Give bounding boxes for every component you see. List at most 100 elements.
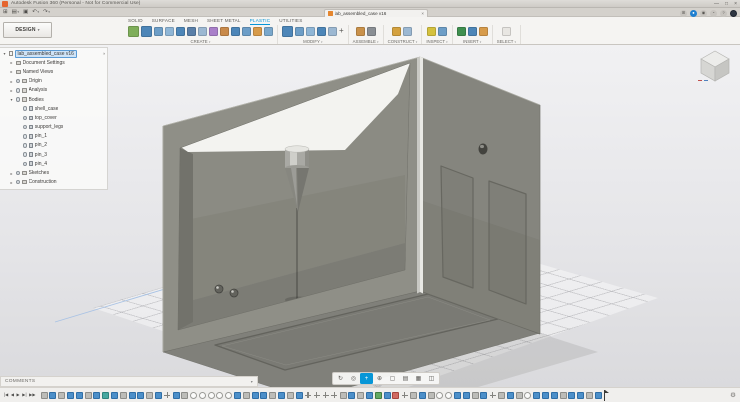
timeline-feature-49[interactable] (472, 392, 479, 399)
timeline-feature-32[interactable] (322, 392, 329, 399)
data-panel-icon[interactable]: ⊞ (3, 10, 8, 16)
combine-icon[interactable] (317, 27, 326, 36)
timeline-feature-7[interactable] (102, 392, 109, 399)
browser-row-pin_1[interactable]: pin_1 (0, 132, 107, 141)
close-button[interactable]: × (734, 1, 737, 7)
offset-face-icon[interactable] (328, 27, 337, 36)
fit-icon[interactable]: ▢ (386, 373, 399, 384)
timeline-feature-58[interactable] (551, 392, 558, 399)
shell-icon[interactable] (306, 27, 315, 36)
tab-mesh[interactable]: MESH (184, 18, 198, 25)
pattern-icon[interactable] (264, 27, 273, 36)
decal-icon[interactable] (468, 27, 477, 36)
undo-icon[interactable]: ↶▾ (32, 10, 39, 16)
select-icon[interactable] (502, 27, 511, 36)
timeline-feature-1[interactable] (49, 392, 56, 399)
ribbon-group-label[interactable]: CREATE ▾ (191, 39, 211, 44)
visibility-eye-icon[interactable] (16, 79, 21, 84)
tab-sheet-metal[interactable]: SHEET METAL (207, 18, 241, 25)
viewport-3d[interactable]: ↻◎+⊕▢▤▦◫ (0, 45, 740, 402)
insert-derive-icon[interactable] (457, 27, 466, 36)
new-component-icon[interactable] (356, 27, 365, 36)
timeline-feature-46[interactable] (445, 392, 452, 399)
timeline-feature-28[interactable] (287, 392, 294, 399)
timeline-feature-45[interactable] (436, 392, 443, 399)
timeline-feature-2[interactable] (58, 392, 65, 399)
timeline-feature-47[interactable] (454, 392, 461, 399)
browser-display-settings-icon[interactable]: ◑ (102, 51, 105, 56)
browser-row-named-views[interactable]: ▸Named Views (0, 67, 107, 76)
axis-icon[interactable] (403, 27, 412, 36)
view-cube[interactable] (696, 47, 734, 91)
insert-mesh-icon[interactable] (479, 27, 488, 36)
timeline-feature-26[interactable] (269, 392, 276, 399)
timeline-feature-8[interactable] (111, 392, 118, 399)
timeline-feature-30[interactable] (304, 392, 311, 399)
extrude-icon[interactable] (141, 26, 152, 37)
timeline-feature-5[interactable] (85, 392, 92, 399)
timeline-feature-43[interactable] (419, 392, 426, 399)
document-tab[interactable]: lab_assembled_case v16 × (324, 9, 428, 18)
timeline-feature-10[interactable] (129, 392, 136, 399)
expander-icon[interactable]: ▸ (9, 69, 14, 74)
rib-icon[interactable] (187, 27, 196, 36)
timeline-feature-16[interactable] (181, 392, 188, 399)
timeline-feature-31[interactable] (313, 392, 320, 399)
timeline-feature-61[interactable] (577, 392, 584, 399)
timeline-feature-51[interactable] (489, 392, 496, 399)
timeline-feature-9[interactable] (120, 392, 127, 399)
timeline-feature-33[interactable] (331, 392, 338, 399)
expander-icon[interactable]: ▸ (9, 180, 14, 185)
visibility-eye-icon[interactable] (23, 143, 28, 148)
timeline-position-marker[interactable] (604, 390, 606, 401)
maximize-button[interactable]: □ (725, 1, 728, 7)
pan-icon[interactable]: + (360, 373, 373, 384)
tab-surface[interactable]: SURFACE (152, 18, 175, 25)
expander-icon[interactable]: ▸ (9, 171, 14, 176)
look-at-icon[interactable]: ◎ (347, 373, 360, 384)
ribbon-group-label[interactable]: INSPECT ▾ (426, 39, 447, 44)
display-settings-icon[interactable]: ▤ (399, 373, 412, 384)
browser-row-pin_3[interactable]: pin_3 (0, 150, 107, 159)
visibility-eye-icon[interactable] (23, 134, 28, 139)
timeline-feature-40[interactable] (392, 392, 399, 399)
ribbon-group-label[interactable]: MODIFY ▾ (303, 39, 322, 44)
timeline-feature-20[interactable] (216, 392, 223, 399)
expander-icon[interactable]: ▾ (2, 51, 7, 56)
browser-row-construction[interactable]: ▸Construction (0, 178, 107, 187)
expander-icon[interactable]: ▸ (9, 88, 14, 93)
timeline-play-icon[interactable]: ▶ (17, 393, 20, 397)
timeline-feature-42[interactable] (410, 392, 417, 399)
timeline-feature-24[interactable] (252, 392, 259, 399)
grid-settings-icon[interactable]: ▦ (412, 373, 425, 384)
browser-row-sketches[interactable]: ▸Sketches (0, 168, 107, 177)
comments-collapse-icon[interactable]: ▾ (251, 379, 253, 384)
profile-icon[interactable]: ◉ (700, 10, 707, 17)
expander-icon[interactable]: ▾ (9, 97, 14, 102)
timeline-feature-41[interactable] (401, 392, 408, 399)
visibility-eye-icon[interactable] (23, 162, 28, 167)
redo-icon[interactable]: ↷▾ (43, 10, 50, 16)
timeline-feature-25[interactable] (260, 392, 267, 399)
tab-utilities[interactable]: UTILITIES (279, 18, 302, 25)
timeline-feature-55[interactable] (524, 392, 531, 399)
help-icon[interactable]: ? (720, 10, 727, 17)
visibility-eye-icon[interactable] (16, 97, 21, 102)
timeline-feature-13[interactable] (155, 392, 162, 399)
timeline-feature-39[interactable] (384, 392, 391, 399)
timeline-feature-11[interactable] (137, 392, 144, 399)
timeline-feature-6[interactable] (93, 392, 100, 399)
visibility-eye-icon[interactable] (16, 88, 21, 93)
zoom-icon[interactable]: ⊕ (373, 373, 386, 384)
browser-row-support_legs[interactable]: support_legs (0, 123, 107, 132)
section-analysis-icon[interactable] (438, 27, 447, 36)
timeline-feature-37[interactable] (366, 392, 373, 399)
avatar[interactable] (730, 10, 737, 17)
hole-icon[interactable] (209, 27, 218, 36)
cylinder-icon[interactable] (242, 27, 251, 36)
expander-icon[interactable]: ▸ (9, 79, 14, 84)
browser-row-document-settings[interactable]: ▸Document Settings (0, 58, 107, 67)
sweep-icon[interactable] (165, 27, 174, 36)
timeline-feature-35[interactable] (348, 392, 355, 399)
minimize-button[interactable]: — (714, 1, 719, 7)
